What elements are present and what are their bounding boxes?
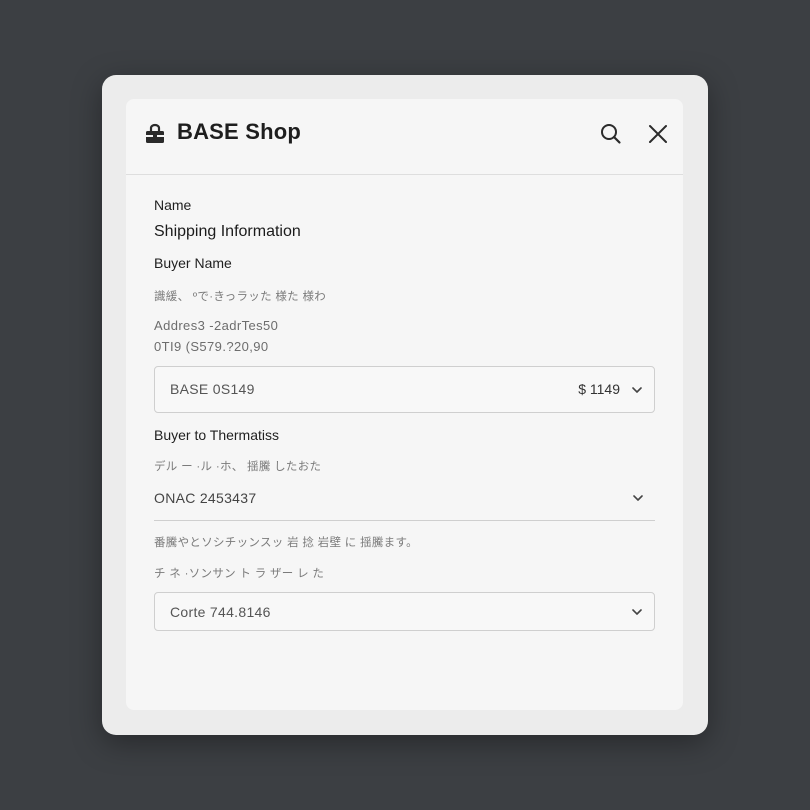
- info-note-2: チ ネ ·ソンサン ト ラ ザー レ た: [154, 568, 325, 580]
- buyer-to-label: Buyer to Thermatiss: [154, 427, 280, 443]
- shipping-price: $ 1149: [578, 381, 620, 397]
- page-title: BASE Shop: [177, 119, 302, 144]
- chevron-down-icon: [633, 495, 643, 501]
- chevron-down-icon: [632, 387, 642, 393]
- shipping-method-select[interactable]: BASE 0S149 $ 1149: [154, 366, 655, 413]
- buyer-name-note: 識緩、 ºで·きっラッた 様た 様わ: [154, 291, 327, 303]
- info-note-1: 番騰やとソシチッンスッ 岩 捻 岩壁 に 揺騰ます。: [154, 537, 418, 549]
- buyer-name-label: Buyer Name: [154, 255, 232, 271]
- dialog-header: BASE Shop: [126, 99, 683, 175]
- shop-icon: [146, 123, 164, 143]
- chevron-down-icon: [632, 609, 642, 615]
- dialog-card: BASE Shop Name Shipping Information Buye…: [102, 75, 708, 735]
- code-value: Corte 744.8146: [170, 604, 271, 620]
- close-icon[interactable]: [645, 121, 671, 147]
- address-line-1: Addres3 -2adrTes50: [154, 318, 279, 333]
- code-select[interactable]: Corte 744.8146: [154, 592, 655, 631]
- name-label: Name: [154, 197, 192, 213]
- search-icon[interactable]: [598, 121, 624, 147]
- section-title: Shipping Information: [154, 223, 301, 240]
- shipping-method-value: BASE 0S149: [170, 381, 255, 397]
- order-number-value: ONAC 2453437: [154, 490, 257, 506]
- buyer-to-note: デル ー ·ル ·ホ、 揺騰 したおた: [154, 461, 322, 473]
- address-line-2: 0TI9 (S579.?20,90: [154, 339, 269, 354]
- dialog-panel: BASE Shop Name Shipping Information Buye…: [126, 99, 683, 710]
- order-number-select[interactable]: ONAC 2453437: [154, 478, 655, 521]
